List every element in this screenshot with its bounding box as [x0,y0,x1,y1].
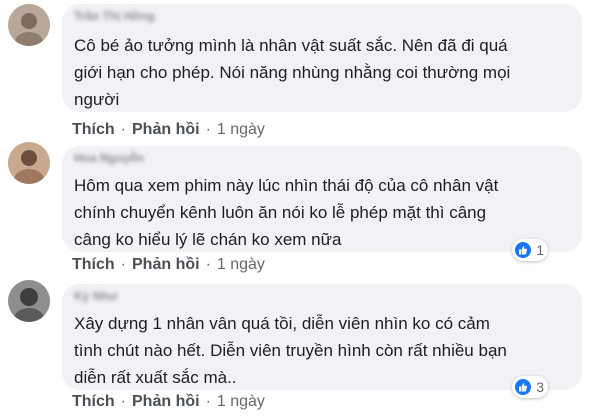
comment-line: Cô bé ảo tưởng mình là nhân vật suất sắc… [74,36,508,55]
reply-link[interactable]: Phản hồi [132,393,200,410]
separator: · [205,121,211,138]
reaction-count[interactable]: 3 [512,376,548,398]
separator: · [205,393,211,410]
comment-timestamp[interactable]: 1 ngày [217,393,265,410]
comment-author[interactable]: Hoa Nguyễn [74,146,570,166]
comment-line: câng ko hiểu lý lẽ chán ko xem nữa [74,230,342,249]
like-link[interactable]: Thích [72,393,115,410]
separator: · [120,121,126,138]
comment-author[interactable]: Kỳ Như [74,284,570,304]
separator: · [120,393,126,410]
reaction-number: 3 [536,379,544,395]
comment-timestamp[interactable]: 1 ngày [217,256,265,273]
avatar[interactable] [8,4,50,46]
comment-bubble: Kỳ Như Xây dựng 1 nhân vân quá tồi, diễn… [62,284,582,390]
reply-link[interactable]: Phản hồi [132,256,200,273]
reaction-count[interactable]: 1 [512,239,548,261]
avatar[interactable] [8,142,50,184]
separator: · [120,256,126,273]
avatar[interactable] [8,280,50,322]
comment-bubble: Hoa Nguyễn Hôm qua xem phim này lúc nhìn… [62,146,582,252]
comment-timestamp[interactable]: 1 ngày [217,121,265,138]
comment-line: Xây dựng 1 nhân vân quá tồi, diễn viên n… [74,314,490,333]
like-link[interactable]: Thích [72,256,115,273]
comment-line: Hôm qua xem phim này lúc nhìn thái độ củ… [74,176,499,195]
comment-line: giới hạn cho phép. Nói năng nhùng nhằng … [74,63,511,82]
comment-line: người [74,90,120,109]
separator: · [205,256,211,273]
like-link[interactable]: Thích [72,121,115,138]
comment-text: Hôm qua xem phim này lúc nhìn thái độ củ… [74,172,570,253]
comment-author[interactable]: Trần Thị Hồng [74,4,570,24]
like-icon [515,242,532,258]
comment-actions: Thích · Phản hồi · 1 ngày [72,390,265,414]
comment-line: chính chuyển kênh luôn ăn nói ko lễ phép… [74,203,487,222]
comment-line: tình chút nào hết. Diễn viên truyền hình… [74,341,507,360]
comment-text: Xây dựng 1 nhân vân quá tồi, diễn viên n… [74,310,570,391]
like-icon [515,379,532,395]
reply-link[interactable]: Phản hồi [132,121,200,138]
reaction-number: 1 [536,242,544,258]
comment-actions: Thích · Phản hồi · 1 ngày [72,118,265,142]
comment-line: diễn rất xuất sắc mà.. [74,368,237,387]
comment-text: Cô bé ảo tưởng mình là nhân vật suất sắc… [74,32,570,113]
comment-bubble: Trần Thị Hồng Cô bé ảo tưởng mình là nhâ… [62,4,582,112]
comment-actions: Thích · Phản hồi · 1 ngày [72,253,265,277]
